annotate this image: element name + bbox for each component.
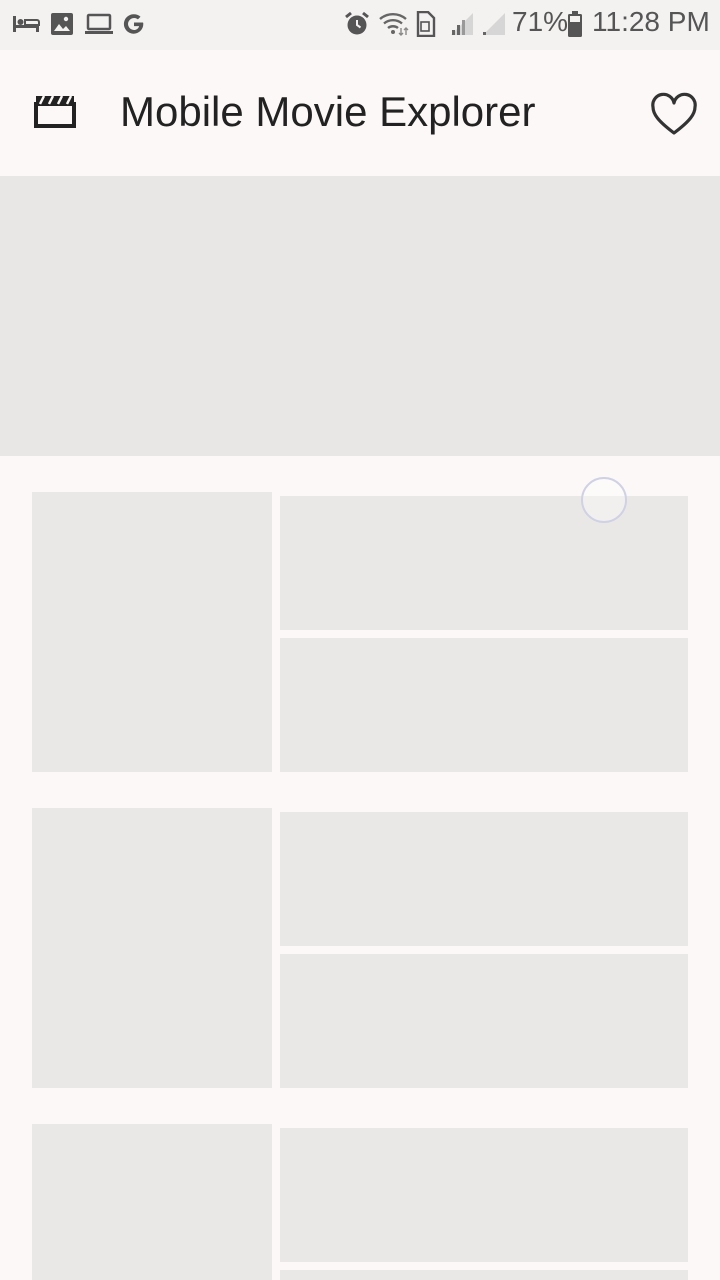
status-bar: 71% 11:28 PM [0,0,720,50]
bed-icon [13,16,40,32]
alarm-icon [345,11,369,35]
sim-icon [416,11,436,37]
movie-info-placeholder [280,638,688,772]
signal-icon [483,13,505,35]
signal-icon [451,13,473,35]
battery-icon [568,11,582,37]
movie-poster-placeholder[interactable] [32,492,272,772]
image-icon [51,13,73,35]
google-icon [123,14,144,34]
favorites-button[interactable] [648,90,700,142]
movie-poster-placeholder[interactable] [32,808,272,1088]
movie-info-placeholder [280,496,688,630]
laptop-icon [85,13,113,34]
movie-info-placeholder [280,812,688,946]
battery-percent: 71% [512,6,569,37]
movie-info-placeholder [280,1128,688,1262]
app-bar: Mobile Movie Explorer [0,50,720,176]
movie-info-placeholder [280,1270,688,1280]
clapperboard-icon [34,95,76,128]
loading-spinner [581,477,627,523]
app-title: Mobile Movie Explorer [120,88,536,135]
clock: 11:28 PM [592,6,710,37]
movie-poster-placeholder[interactable] [32,1124,272,1280]
wifi-icon [379,13,409,36]
movie-info-placeholder [280,954,688,1088]
hero-banner-placeholder [0,176,720,456]
heart-outline-icon [651,92,697,135]
